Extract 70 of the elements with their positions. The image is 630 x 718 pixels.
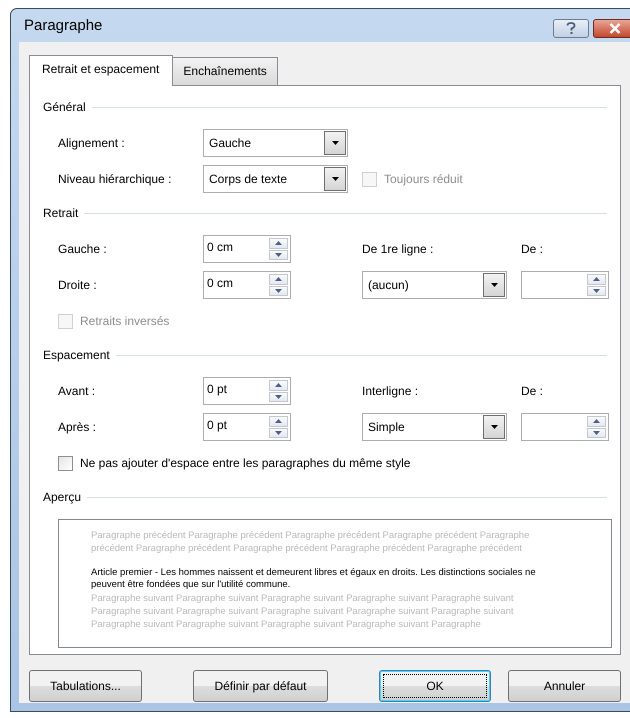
spin-down-button[interactable] [269,286,288,296]
triangle-up-icon [593,419,600,424]
caret-icon [332,177,338,181]
triangle-down-icon [275,252,282,257]
field-label: Alignement : [58,136,126,150]
spin-down-button[interactable] [269,392,288,402]
spin-down-button[interactable] [269,428,288,438]
spin-field[interactable]: 0 cm [203,235,291,263]
caret-icon [332,141,338,145]
spin-up-button[interactable] [587,416,606,426]
triangle-up-icon [593,277,600,282]
field-label: Gauche : [58,242,108,256]
spin-up-button[interactable] [269,238,288,248]
spin-up-button[interactable] [587,274,606,284]
spin-up-button[interactable] [269,380,288,390]
dialog-button[interactable]: Définir par défaut [193,670,328,702]
triangle-up-icon [275,277,282,282]
field-label: Avant : [58,384,96,398]
spin-up-button[interactable] [269,274,288,284]
triangle-up-icon [275,419,282,424]
field-label: Après : [58,420,98,434]
spin-field[interactable]: 0 pt [203,377,291,405]
preview-text: Paragraphe suivant Paragraphe suivant Paragraphe suivant Paragraphe suivant Paragraphe suivant Paragraphe suivant Paragraphe suivant Paragraphe suivant Paragraphe suivant Paragraphe suivant Paragraphe suivant Paragraphe suivant Paragraphe suivant Paragraphe suivant Paragraphe [91,592,514,631]
preview-text: Article premier - Les hommes naissent et demeurent libres et égaux en droits. Les distinctions sociales ne peuvent être fondées que sur l'utilité commune. [91,567,536,591]
triangle-up-icon [275,383,282,388]
dropdown[interactable]: (aucun) [362,271,507,299]
spin-field[interactable]: 0 cm [203,271,291,299]
field-label: De : [521,242,544,256]
tab[interactable]: Enchaînements [172,57,278,85]
question-mark-icon [566,22,576,35]
preview-text: Paragraphe précédent Paragraphe précédent Paragraphe précédent Paragraphe précédent Paragraphe précédent Paragraphe précédent Paragraphe précédent Paragraphe précédent Paragraphe précédent [91,529,530,555]
field-label: Interligne : [362,384,420,398]
field-label: De 1re ligne : [362,242,434,256]
dialog-button[interactable]: OK [379,670,491,702]
spin-field[interactable]: 0 pt [203,413,291,441]
field-label: Niveau hiérarchique : [58,172,172,186]
caret-icon [490,425,498,429]
dialog-button[interactable]: Tabulations... [29,670,142,702]
triangle-down-icon [275,288,282,293]
spin-down-button[interactable] [587,428,606,438]
triangle-down-icon [593,430,600,435]
spin-down-button[interactable] [269,250,288,260]
dropdown[interactable]: Gauche [203,129,348,157]
triangle-down-icon [275,394,282,399]
dropdown[interactable]: Simple [362,413,507,441]
section-title: Espacement [43,348,110,362]
field-label: De : [521,384,544,398]
field-label: Droite : [58,278,98,292]
close-button[interactable] [593,19,630,38]
caret-icon [490,283,498,287]
checkbox-label: Retraits inversés [80,314,170,328]
spin-field[interactable] [521,413,609,441]
close-icon [609,23,621,34]
window-title: Paragraphe [24,17,102,34]
section-title: Général [43,100,86,114]
spin-field[interactable] [521,271,609,299]
dialog-button[interactable]: Annuler [508,670,621,702]
triangle-down-icon [593,288,600,293]
section-title: Retrait [43,206,78,220]
checkbox-label: Toujours réduit [384,172,463,186]
section-title: Aperçu [43,490,82,504]
triangle-down-icon [275,430,282,435]
spin-down-button[interactable] [587,286,606,296]
checkbox[interactable] [58,456,73,470]
tab[interactable]: Retrait et espacement [29,55,174,86]
checkbox-label: Ne pas ajouter d'espace entre les paragraphes du même style [80,456,410,470]
spin-up-button[interactable] [269,416,288,426]
help-button[interactable] [553,19,589,38]
dropdown[interactable]: Corps de texte [203,165,348,193]
triangle-up-icon [275,241,282,246]
